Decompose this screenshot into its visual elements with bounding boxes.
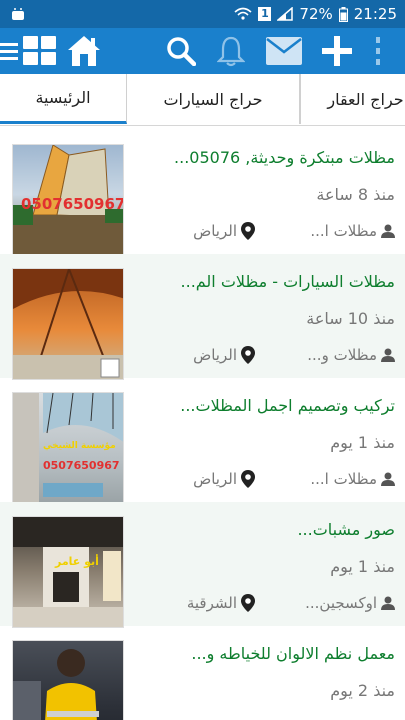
tab-real-estate[interactable]: حراج العقار xyxy=(300,74,405,124)
status-right: 1 72% 21:25 xyxy=(234,0,397,28)
home-icon[interactable] xyxy=(66,32,102,70)
location-text: الشرقية xyxy=(186,594,237,612)
tab-bar: حراج العقار حراج السيارات الرئيسية xyxy=(0,74,405,126)
listing-time: منذ 1 يوم xyxy=(330,433,395,452)
category-text: مظلات ا... xyxy=(310,470,377,488)
location-pin-icon xyxy=(241,470,255,488)
listing-category: اوكسجين... xyxy=(305,594,395,612)
more-vert-icon[interactable] xyxy=(368,32,388,70)
user-icon xyxy=(381,472,395,486)
bell-icon[interactable] xyxy=(214,32,248,70)
tab-home[interactable]: الرئيسية xyxy=(0,74,127,124)
location-pin-icon xyxy=(241,222,255,240)
category-text: مظلات ا... xyxy=(310,222,377,240)
thumb-label: أبو عامر xyxy=(55,555,99,568)
battery-percent: 72% xyxy=(299,5,333,23)
menu-icon[interactable] xyxy=(0,32,20,70)
list-item[interactable]: معمل نظم الالوان للخياطه و... منذ 2 يوم xyxy=(0,626,405,720)
sim-badge: 1 xyxy=(258,7,272,21)
mail-icon[interactable] xyxy=(264,32,304,70)
car-shade-image xyxy=(13,269,123,379)
listing-thumbnail[interactable] xyxy=(12,640,124,720)
grid-icon[interactable] xyxy=(22,32,58,70)
listing-thumbnail[interactable]: أبو عامر xyxy=(12,516,124,628)
list-item[interactable]: مظلات السيارات - مظلات الم... منذ 10 ساع… xyxy=(0,254,405,380)
listing-time: منذ 1 يوم xyxy=(330,557,395,576)
listing-time: منذ 8 ساعة xyxy=(316,185,395,204)
user-icon xyxy=(381,596,395,610)
listings: 0507650967 مظلات مبتكرة وحديثة, 05076...… xyxy=(0,130,405,720)
location-pin-icon xyxy=(241,346,255,364)
listing-title[interactable]: مظلات مبتكرة وحديثة, 05076... xyxy=(145,148,395,167)
listing-category: مظلات و... xyxy=(307,346,395,364)
user-icon xyxy=(381,348,395,362)
listing-category: مظلات ا... xyxy=(310,470,395,488)
list-item[interactable]: أبو عامر صور مشبات... منذ 1 يوم اوكسجين.… xyxy=(0,502,405,628)
listing-location: الرياض xyxy=(193,222,255,240)
list-item[interactable]: 0507650967 مظلات مبتكرة وحديثة, 05076...… xyxy=(0,130,405,256)
user-icon xyxy=(381,224,395,238)
location-text: الرياض xyxy=(193,346,237,364)
listing-title[interactable]: تركيب وتصميم اجمل المظلات... xyxy=(145,396,395,415)
listing-title[interactable]: صور مشبات... xyxy=(145,520,395,539)
battery-icon xyxy=(338,6,348,22)
location-text: الرياض xyxy=(193,222,237,240)
listing-thumbnail[interactable]: 0507650967 xyxy=(12,144,124,256)
listing-category: مظلات ا... xyxy=(310,222,395,240)
thumb-phone-text: 0507650967 xyxy=(21,195,124,213)
listing-location: الشرقية xyxy=(187,594,255,612)
listing-location: الرياض xyxy=(193,470,255,488)
listing-thumbnail[interactable] xyxy=(12,268,124,380)
listing-meta: مظلات ا... الرياض xyxy=(135,470,395,494)
category-text: مظلات و... xyxy=(307,346,377,364)
thumb-phone-text: 0507650967 xyxy=(43,459,120,472)
category-text: اوكسجين... xyxy=(305,594,377,612)
clock: 21:25 xyxy=(353,5,397,23)
listing-thumbnail[interactable]: مؤسسة الشيخي 0507650967 xyxy=(12,392,124,504)
listing-time: منذ 2 يوم xyxy=(330,681,395,700)
wifi-icon xyxy=(234,7,252,20)
tab-cars[interactable]: حراج السيارات xyxy=(127,74,300,124)
listing-meta: مظلات ا... الرياض xyxy=(135,222,395,246)
list-item[interactable]: مؤسسة الشيخي 0507650967 تركيب وتصميم اجم… xyxy=(0,378,405,504)
listing-meta: اوكسجين... الشرقية xyxy=(135,594,395,618)
listing-title[interactable]: معمل نظم الالوان للخياطه و... xyxy=(145,644,395,663)
android-icon xyxy=(12,8,24,20)
listing-location: الرياض xyxy=(193,346,255,364)
signal-icon xyxy=(277,7,294,21)
status-bar: 1 72% 21:25 xyxy=(0,0,405,28)
listing-time: منذ 10 ساعة xyxy=(306,309,395,328)
app-bar xyxy=(0,28,405,74)
fireplace-image xyxy=(13,517,123,627)
location-text: الرياض xyxy=(193,470,237,488)
listing-meta: مظلات و... الرياض xyxy=(135,346,395,370)
listing-title[interactable]: مظلات السيارات - مظلات الم... xyxy=(145,272,395,291)
location-pin-icon xyxy=(241,594,255,612)
thumb-caption: مؤسسة الشيخي xyxy=(43,441,116,451)
search-icon[interactable] xyxy=(164,32,198,70)
status-left-icons xyxy=(10,6,26,26)
worker-image xyxy=(13,649,99,720)
plus-icon[interactable] xyxy=(320,32,354,70)
